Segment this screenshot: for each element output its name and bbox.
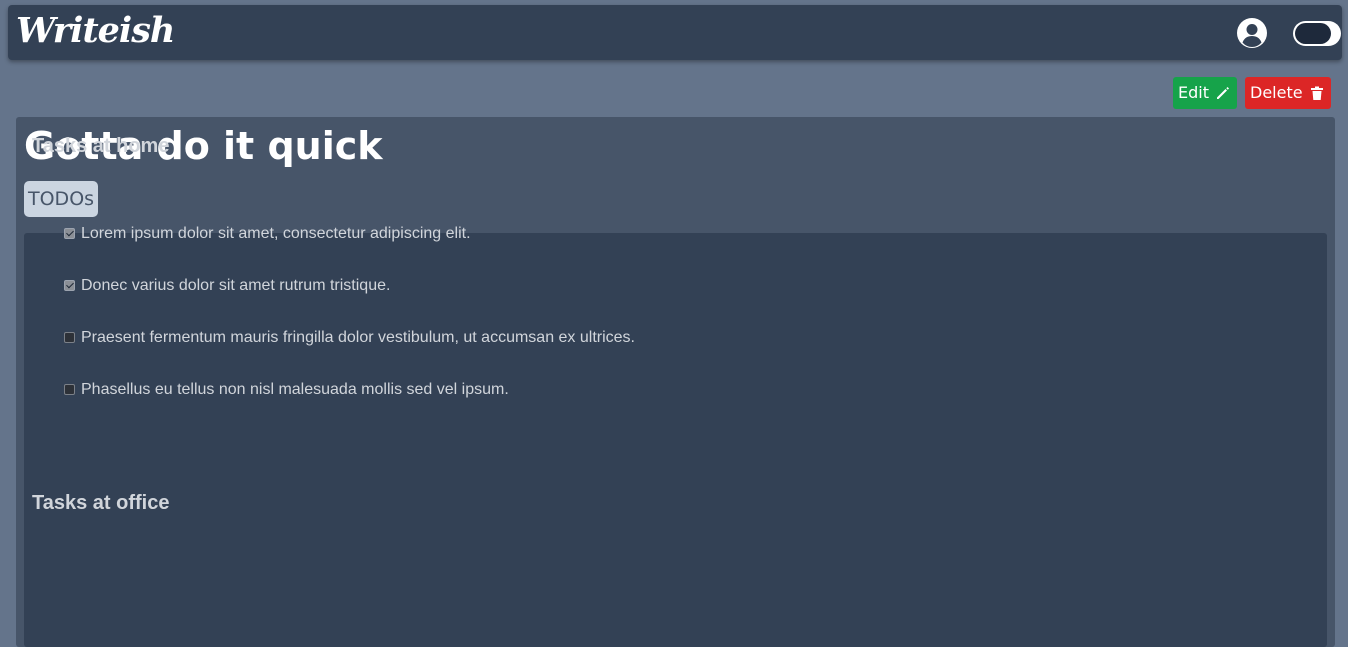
theme-toggle[interactable] [1293, 21, 1341, 46]
task-item: Lorem ipsum dolor sit amet, consectetur … [64, 224, 471, 244]
task-label: Praesent fermentum mauris fringilla dolo… [81, 329, 635, 346]
edit-button[interactable]: Edit [1173, 77, 1237, 109]
user-circle-icon[interactable] [1236, 17, 1268, 49]
top-navbar: Writeish [8, 5, 1342, 60]
toggle-knob [1295, 23, 1331, 44]
task-checkbox[interactable] [64, 331, 75, 343]
task-label: Lorem ipsum dolor sit amet, consectetur … [81, 225, 471, 242]
note-card: Gotta do it quick TODOs Tasks at home Lo… [16, 117, 1335, 647]
delete-button[interactable]: Delete [1245, 77, 1331, 109]
task-checkbox[interactable] [64, 227, 75, 239]
task-label: Phasellus eu tellus non nisl malesuada m… [81, 381, 509, 398]
task-checkbox[interactable] [64, 383, 75, 395]
section-title-office: Tasks at office [32, 492, 170, 514]
app-logo[interactable]: Writeish [16, 7, 175, 55]
task-checkbox[interactable] [64, 279, 75, 291]
note-content: Tasks at home Lorem ipsum dolor sit amet… [24, 135, 1327, 647]
task-label: Donec varius dolor sit amet rutrum trist… [81, 277, 391, 294]
delete-button-label: Delete [1250, 83, 1303, 102]
section-title-home: Tasks at home [32, 135, 170, 157]
task-item: Praesent fermentum mauris fringilla dolo… [64, 328, 635, 348]
trash-icon [1310, 86, 1323, 100]
pencil-icon [1216, 87, 1229, 99]
edit-button-label: Edit [1178, 83, 1209, 102]
task-item: Donec varius dolor sit amet rutrum trist… [64, 276, 390, 296]
note-tag[interactable]: TODOs [24, 181, 99, 217]
task-item: Phasellus eu tellus non nisl malesuada m… [64, 380, 509, 400]
